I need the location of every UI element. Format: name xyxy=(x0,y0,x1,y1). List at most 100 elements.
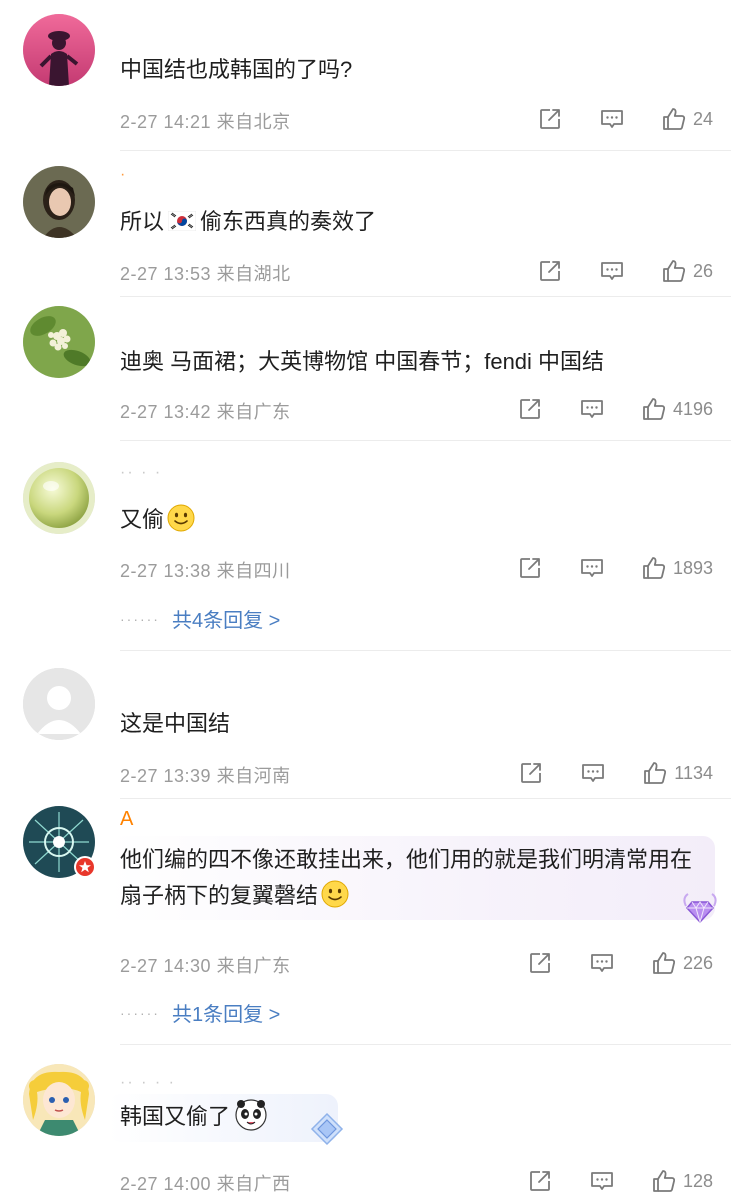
like-button[interactable]: 26 xyxy=(661,258,713,284)
user-name[interactable]: ·· · · xyxy=(120,464,162,482)
reply-button[interactable] xyxy=(580,760,606,786)
share-icon xyxy=(517,555,543,581)
like-button[interactable]: 226 xyxy=(651,950,713,976)
share-button[interactable] xyxy=(527,950,553,976)
like-icon xyxy=(641,396,667,422)
like-count: 26 xyxy=(692,260,713,281)
comment-time: 2-27 13:53 xyxy=(120,264,212,284)
like-count: 24 xyxy=(692,108,713,129)
panda-emoji-icon xyxy=(234,1098,268,1132)
like-button[interactable]: 24 xyxy=(661,106,713,132)
divider xyxy=(120,296,731,297)
comment-location: 来自北京 xyxy=(216,112,291,132)
comment-actions: 1893 xyxy=(481,555,713,581)
comment-location: 来自河南 xyxy=(216,766,291,786)
comment-location: 来自广东 xyxy=(216,402,291,422)
comment-icon xyxy=(579,555,605,581)
share-icon xyxy=(527,950,553,976)
comment-time: 2-27 14:21 xyxy=(120,112,212,132)
user-name[interactable]: A xyxy=(120,808,135,831)
user-name[interactable]: · xyxy=(120,166,127,184)
like-icon xyxy=(661,106,687,132)
comment-text: 中国结也成韩国的了吗? xyxy=(120,57,353,82)
divider xyxy=(120,150,731,151)
comment-text: 迪奥 马面裙；大英博物馆 中国春节；fendi 中国结 xyxy=(120,349,605,374)
share-icon xyxy=(518,760,544,786)
reply-button[interactable] xyxy=(589,950,615,976)
reply-button[interactable] xyxy=(579,555,605,581)
like-count: 128 xyxy=(682,1170,713,1191)
comment-time: 2-27 13:38 xyxy=(120,561,212,581)
comment-meta: 2-27 13:39 来自河南 xyxy=(120,762,291,788)
like-icon xyxy=(651,950,677,976)
comment-meta: 2-27 13:38 来自四川 xyxy=(120,557,291,583)
share-button[interactable] xyxy=(517,396,543,422)
comment-actions: 1134 xyxy=(482,760,713,786)
share-icon xyxy=(527,1168,553,1194)
reply-button[interactable] xyxy=(599,258,625,284)
comment-actions: 24 xyxy=(501,106,713,132)
reply-button[interactable] xyxy=(589,1168,615,1194)
view-replies-link[interactable]: ······ 共4条回复 > xyxy=(120,604,280,633)
like-icon xyxy=(642,760,668,786)
comment-location: 来自湖北 xyxy=(216,264,291,284)
comment-icon xyxy=(589,1168,615,1194)
share-button[interactable] xyxy=(537,258,563,284)
comment-meta: 2-27 14:30 来自广东 xyxy=(120,952,291,978)
comment-time: 2-27 13:42 xyxy=(120,402,212,422)
comment-text: 所以 偷东西真的奏效了 xyxy=(120,204,376,240)
user-name[interactable]: ·· · · · xyxy=(120,1074,176,1092)
share-button[interactable] xyxy=(517,555,543,581)
comment-meta: 2-27 13:42 来自广东 xyxy=(120,398,291,424)
verified-badge-icon xyxy=(74,856,96,878)
south-korea-flag-icon xyxy=(167,206,197,232)
comment-actions: 226 xyxy=(491,950,713,976)
reply-button[interactable] xyxy=(579,396,605,422)
diamond-member-icon xyxy=(680,888,720,928)
smile-emoji-icon xyxy=(166,503,196,533)
comment-text: 又偷 xyxy=(120,502,196,538)
dots-separator: ······ xyxy=(120,1004,160,1021)
like-count: 1134 xyxy=(674,762,713,783)
comment-actions: 128 xyxy=(491,1168,713,1194)
divider xyxy=(120,650,731,651)
divider xyxy=(120,440,731,441)
comment-text: 他们编的四不像还敢挂出来，他们用的就是我们明清常用在扇子柄下的复翼磬结 xyxy=(120,847,693,909)
comment-icon xyxy=(599,258,625,284)
avatar[interactable] xyxy=(23,14,95,86)
avatar[interactable] xyxy=(23,668,95,740)
share-button[interactable] xyxy=(527,1168,553,1194)
comment-meta: 2-27 14:00 来自广西 xyxy=(120,1170,291,1196)
view-replies-link[interactable]: ······ 共1条回复 > xyxy=(120,998,280,1027)
comment-actions: 4196 xyxy=(481,396,713,422)
avatar[interactable] xyxy=(23,462,95,534)
share-button[interactable] xyxy=(518,760,544,786)
like-button[interactable]: 4196 xyxy=(641,396,713,422)
comment-text: 韩国又偷了 xyxy=(120,1098,268,1135)
like-icon xyxy=(651,1168,677,1194)
avatar[interactable] xyxy=(23,1064,95,1136)
divider xyxy=(120,798,731,799)
like-icon xyxy=(641,555,667,581)
like-button[interactable]: 128 xyxy=(651,1168,713,1194)
smile-emoji-icon xyxy=(320,879,350,909)
like-count: 1893 xyxy=(672,557,713,578)
share-icon xyxy=(537,106,563,132)
comment-location: 来自广西 xyxy=(216,1174,291,1194)
dots-separator: ······ xyxy=(120,610,160,627)
avatar[interactable] xyxy=(23,166,95,238)
share-button[interactable] xyxy=(537,106,563,132)
like-button[interactable]: 1134 xyxy=(642,760,713,786)
avatar[interactable] xyxy=(23,306,95,378)
like-icon xyxy=(661,258,687,284)
comment-icon xyxy=(579,396,605,422)
like-button[interactable]: 1893 xyxy=(641,555,713,581)
comment-location: 来自四川 xyxy=(216,561,291,581)
comment-icon xyxy=(599,106,625,132)
reply-button[interactable] xyxy=(599,106,625,132)
divider xyxy=(120,1044,731,1045)
diamond-badge-icon xyxy=(308,1110,346,1148)
comment-meta: 2-27 14:21 来自北京 xyxy=(120,108,291,134)
like-count: 226 xyxy=(682,952,713,973)
share-icon xyxy=(517,396,543,422)
